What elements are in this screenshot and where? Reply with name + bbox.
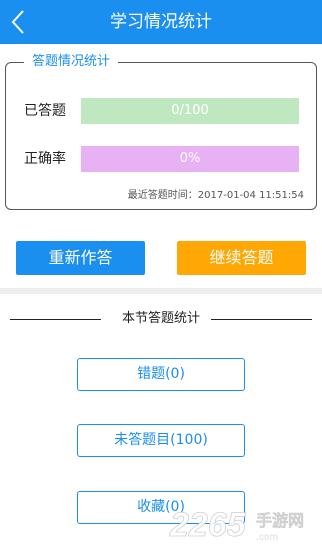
section-divider [0, 288, 322, 294]
page-title: 学习情况统计 [110, 12, 212, 32]
unanswered-questions-button[interactable]: 未答题目(100) [77, 424, 245, 457]
stats-panel-title: 答题情况统计 [24, 52, 119, 72]
answered-progress-bar: 0/100 [81, 98, 299, 124]
site-watermark-logo: 2265 手游网 .com [169, 506, 305, 544]
svg-text:手游网: 手游网 [256, 511, 304, 530]
svg-text:.com: .com [256, 532, 278, 543]
last-answer-time: 最近答题时间：2017-01-04 11:51:54 [127, 190, 304, 201]
wrong-questions-button[interactable]: 错题(0) [77, 358, 245, 391]
svg-text:2265: 2265 [169, 506, 247, 544]
header-bar: 学习情况统计 [0, 0, 322, 44]
section-title-line-right [211, 319, 312, 320]
redo-button[interactable]: 重新作答 [16, 241, 145, 275]
accuracy-label: 正确率 [24, 151, 66, 167]
continue-button[interactable]: 继续答题 [177, 241, 306, 275]
answered-label: 已答题 [24, 103, 66, 119]
accuracy-progress-bar: 0% [81, 146, 299, 172]
